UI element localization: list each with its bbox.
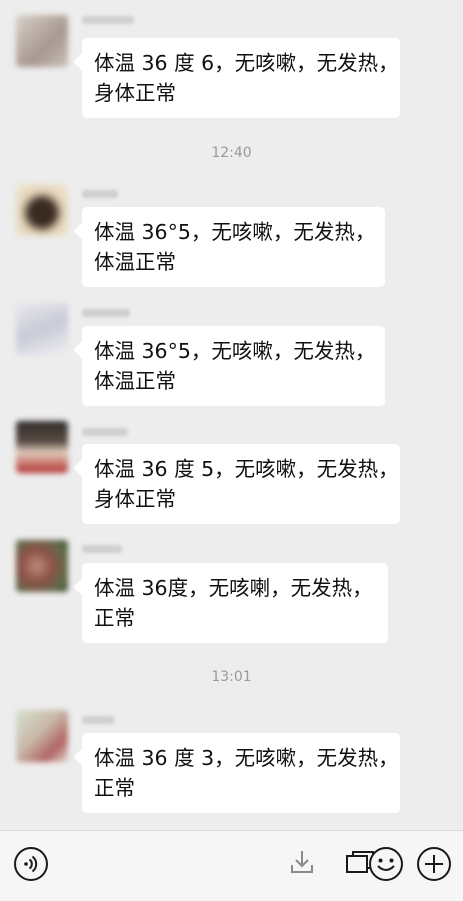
message-line: 体温 36 度 5，无咳嗽，无发热， [94, 457, 399, 481]
emoji-icon[interactable] [368, 846, 404, 882]
chat-area[interactable]: 体温 36 度 6，无咳嗽，无发热， 身体正常 12:40 体温 36°5，无咳… [0, 0, 463, 830]
message-bubble[interactable]: 体温 36 度 3，无咳嗽，无发热， 正常 [82, 733, 400, 813]
message-line: 正常 [94, 776, 135, 800]
plus-icon[interactable] [416, 846, 452, 882]
message-bubble[interactable]: 体温 36 度 5，无咳嗽，无发热， 身体正常 [82, 444, 400, 524]
message-bubble[interactable]: 体温 36 度 6，无咳嗽，无发热， 身体正常 [82, 38, 400, 118]
message-line: 正常 [94, 606, 135, 630]
avatar[interactable] [16, 421, 68, 473]
sender-name [82, 716, 114, 724]
sender-name [82, 428, 128, 436]
message-line: 身体正常 [94, 487, 176, 511]
message-line: 身体正常 [94, 81, 176, 105]
avatar[interactable] [16, 184, 68, 236]
input-toolbar [0, 830, 463, 901]
sender-name [82, 309, 130, 317]
message-line: 体温正常 [94, 369, 176, 393]
message-line: 体温 36 度 3，无咳嗽，无发热， [94, 746, 399, 770]
message-line: 体温 36度，无咳喇，无发热， [94, 576, 373, 600]
message-line: 体温 36°5，无咳嗽，无发热， [94, 339, 376, 363]
message-bubble[interactable]: 体温 36度，无咳喇，无发热， 正常 [82, 563, 388, 643]
avatar[interactable] [16, 303, 68, 355]
message-line: 体温正常 [94, 250, 176, 274]
sender-name [82, 190, 118, 198]
message-line: 体温 36 度 6，无咳嗽，无发热， [94, 51, 399, 75]
timestamp: 13:01 [211, 669, 252, 685]
message-bubble[interactable]: 体温 36°5，无咳嗽，无发热， 体温正常 [82, 207, 385, 287]
timestamp: 12:40 [211, 145, 252, 161]
voice-icon[interactable] [13, 846, 49, 882]
download-icon[interactable] [288, 848, 316, 876]
message-bubble[interactable]: 体温 36°5，无咳嗽，无发热， 体温正常 [82, 326, 385, 406]
sender-name [82, 545, 122, 553]
avatar[interactable] [16, 710, 68, 762]
sender-name [82, 16, 134, 24]
message-line: 体温 36°5，无咳嗽，无发热， [94, 220, 376, 244]
avatar[interactable] [16, 540, 68, 592]
avatar[interactable] [16, 15, 68, 67]
